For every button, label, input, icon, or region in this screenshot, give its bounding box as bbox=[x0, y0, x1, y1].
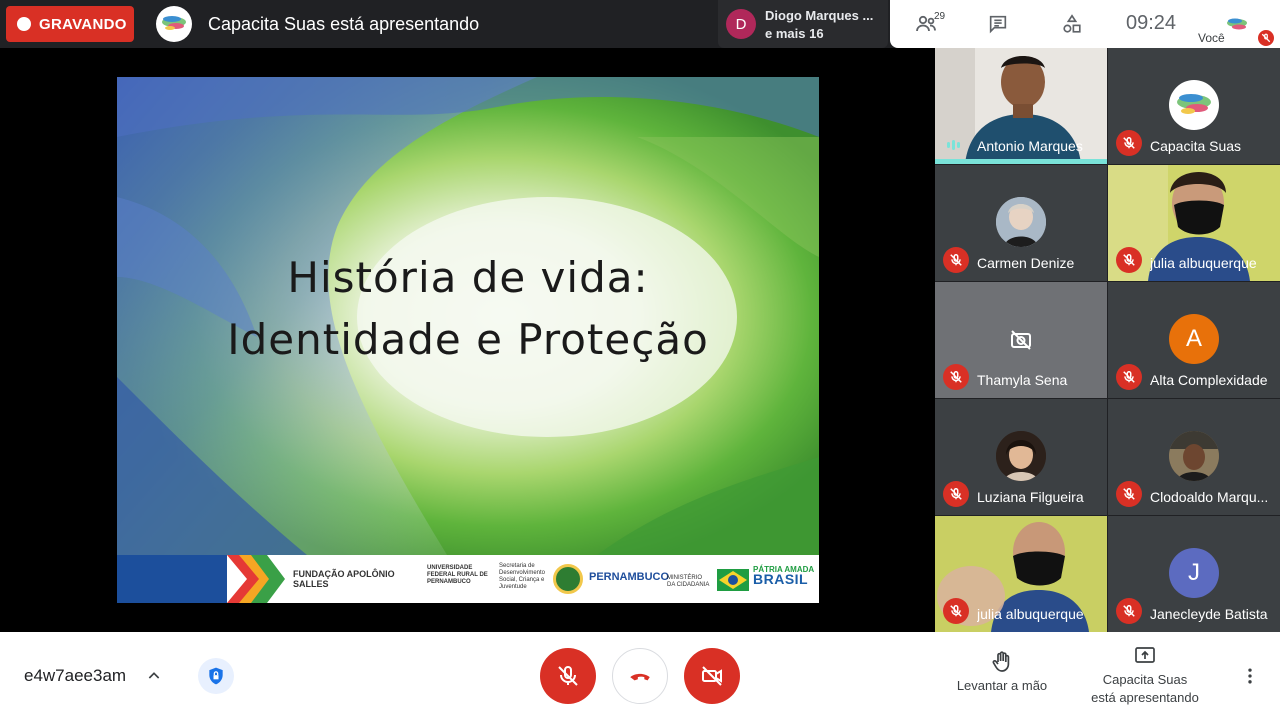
activities-button[interactable] bbox=[1052, 8, 1092, 40]
speaker-avatar: D bbox=[726, 9, 756, 39]
people-count: 29 bbox=[934, 11, 946, 22]
participant-name: Carmen Denize bbox=[977, 255, 1075, 271]
clock: 09:24 bbox=[1126, 12, 1177, 34]
mic-off-icon bbox=[943, 481, 969, 507]
meet-app: GRAVANDO Capacita Suas está apresentando… bbox=[0, 0, 1280, 720]
presenting-title: Capacita Suas está apresentando bbox=[208, 14, 480, 34]
mic-off-icon bbox=[943, 598, 969, 624]
participant-photo bbox=[996, 197, 1046, 247]
participant-tile[interactable]: julia albuquerque bbox=[935, 516, 1107, 632]
presenting-line1: Capacita Suas bbox=[1102, 672, 1188, 687]
meeting-code[interactable]: e4w7aee3am bbox=[24, 666, 126, 686]
self-logo bbox=[1222, 10, 1252, 40]
presenting-status-button[interactable]: Capacita Suas está apresentando bbox=[1080, 644, 1210, 707]
logo-brasil: BRASIL bbox=[753, 571, 809, 587]
top-bar: GRAVANDO Capacita Suas está apresentando… bbox=[0, 0, 1280, 48]
participant-name: julia albuquerque bbox=[977, 606, 1084, 622]
camera-toggle-button[interactable] bbox=[684, 648, 740, 704]
record-dot-icon bbox=[17, 17, 31, 31]
coat-of-arms-icon bbox=[553, 564, 583, 594]
raise-hand-button[interactable]: Levantar a mão bbox=[950, 650, 1054, 695]
presenting-line2: está apresentando bbox=[1091, 690, 1199, 705]
host-controls-button[interactable] bbox=[198, 658, 234, 694]
participant-name: Capacita Suas bbox=[1150, 138, 1242, 154]
slide-footer: FUNDAÇÃO APOLÔNIO SALLES UNIVERSIDADE FE… bbox=[117, 555, 819, 603]
participant-tile[interactable]: Luziana Filgueira bbox=[935, 399, 1107, 515]
participant-photo bbox=[1169, 431, 1219, 481]
more-options-button[interactable] bbox=[1238, 664, 1262, 688]
hand-icon bbox=[992, 651, 1010, 672]
logo-secretaria: Secretaria de Desenvolvimento Social, Cr… bbox=[499, 563, 546, 590]
participant-name: Alta Complexidade bbox=[1150, 372, 1268, 388]
slide-title: História de vida: Identidade e Proteção bbox=[117, 247, 819, 371]
slide-title-line1: História de vida: bbox=[287, 253, 649, 302]
bottom-bar: e4w7aee3am Levantar a mão Capacita Suas … bbox=[0, 632, 1280, 720]
participant-tile[interactable]: J Janecleyde Batista bbox=[1108, 516, 1280, 632]
presenter-logo bbox=[156, 6, 192, 42]
mic-off-icon bbox=[1116, 481, 1142, 507]
active-speaker-chip[interactable]: D Diogo Marques ... e mais 16 bbox=[718, 0, 888, 48]
chat-icon bbox=[989, 15, 1007, 34]
mic-off-icon bbox=[558, 666, 578, 686]
slide-title-line2: Identidade e Proteção bbox=[227, 315, 709, 364]
logo-ministerio: MINISTÉRIO DA CIDADANIA bbox=[667, 575, 710, 588]
participant-tile[interactable]: julia albuquerque bbox=[1108, 165, 1280, 281]
logo-pernambuco: PERNAMBUCO bbox=[589, 571, 670, 583]
mic-toggle-button[interactable] bbox=[540, 648, 596, 704]
speaking-indicator-icon bbox=[947, 140, 960, 150]
mic-off-icon bbox=[943, 364, 969, 390]
hang-up-icon bbox=[630, 673, 650, 681]
participant-name: Thamyla Sena bbox=[977, 372, 1068, 388]
logo-ufrpe: UNIVERSIDADE FEDERAL RURAL DE PERNAMBUCO bbox=[427, 565, 488, 585]
mic-off-icon bbox=[1116, 247, 1142, 273]
participant-name: Luziana Filgueira bbox=[977, 489, 1084, 505]
active-speaker-bar bbox=[935, 159, 1107, 164]
participant-name: Antonio Marques bbox=[977, 138, 1083, 154]
raise-hand-label: Levantar a mão bbox=[956, 678, 1048, 693]
participant-name: julia albuquerque bbox=[1150, 255, 1257, 271]
mic-off-icon bbox=[1116, 130, 1142, 156]
participant-initial: J bbox=[1169, 548, 1219, 598]
presentation-slide: História de vida: Identidade e Proteção … bbox=[117, 77, 819, 603]
recording-badge[interactable]: GRAVANDO bbox=[6, 6, 134, 42]
shapes-icon bbox=[1063, 14, 1081, 33]
participant-name: Janecleyde Batista bbox=[1150, 606, 1268, 622]
participant-photo bbox=[996, 431, 1046, 481]
participant-logo bbox=[1169, 80, 1219, 130]
participant-grid: Antonio Marques Capacita Suas Carmen Den… bbox=[935, 48, 1280, 632]
mic-off-icon bbox=[1116, 598, 1142, 624]
participant-initial: A bbox=[1169, 314, 1219, 364]
participant-name: Clodoaldo Marqu... bbox=[1150, 489, 1269, 505]
mic-off-icon bbox=[1116, 364, 1142, 390]
camera-off-icon bbox=[1011, 330, 1031, 350]
mic-off-icon bbox=[943, 247, 969, 273]
present-screen-icon bbox=[1135, 647, 1155, 663]
chat-button[interactable] bbox=[978, 8, 1018, 40]
brazil-flag-icon bbox=[717, 569, 749, 591]
self-view[interactable]: Você bbox=[1192, 0, 1280, 48]
mic-off-icon bbox=[1258, 30, 1274, 46]
chevron-up-icon[interactable] bbox=[142, 664, 166, 688]
chevron-stripes bbox=[117, 555, 285, 603]
participant-tile[interactable]: A Alta Complexidade bbox=[1108, 282, 1280, 398]
logo-fundacao: FUNDAÇÃO APOLÔNIO SALLES bbox=[293, 569, 395, 589]
participant-tile[interactable]: Thamyla Sena bbox=[935, 282, 1107, 398]
top-right-panel: 29 09:24 bbox=[890, 0, 1192, 48]
participant-tile[interactable]: Carmen Denize bbox=[935, 165, 1107, 281]
participant-tile[interactable]: Capacita Suas bbox=[1108, 48, 1280, 164]
participant-tile[interactable]: Antonio Marques bbox=[935, 48, 1107, 164]
leave-call-button[interactable] bbox=[612, 648, 668, 704]
speaker-more: e mais 16 bbox=[765, 26, 824, 41]
camera-off-icon bbox=[702, 666, 722, 686]
self-label: Você bbox=[1198, 31, 1225, 45]
recording-label: GRAVANDO bbox=[39, 15, 127, 33]
speaker-name: Diogo Marques ... bbox=[765, 8, 874, 23]
shield-lock-icon bbox=[209, 667, 223, 685]
participant-tile[interactable]: Clodoaldo Marqu... bbox=[1108, 399, 1280, 515]
more-vertical-icon bbox=[1248, 668, 1252, 684]
